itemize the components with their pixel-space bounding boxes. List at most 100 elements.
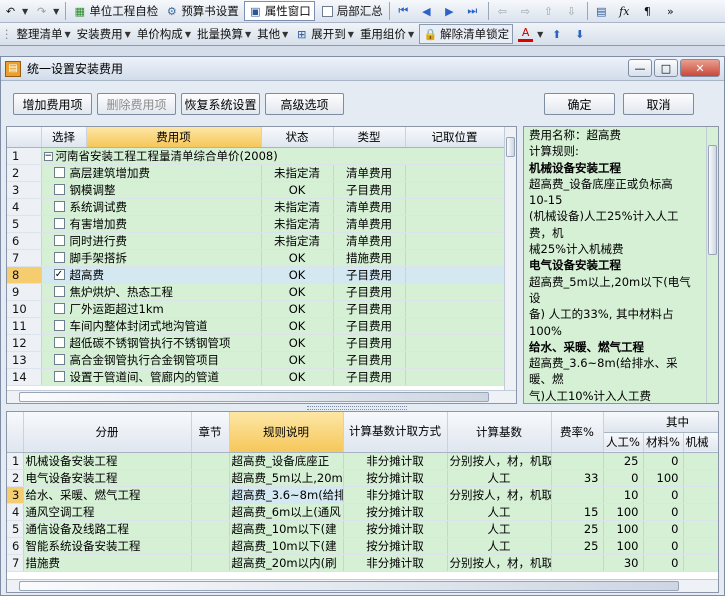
fee-name-cell[interactable]: 系统调试费 [41,198,262,216]
material-cell[interactable]: 100 [643,469,684,487]
fee-row[interactable]: 9 焦炉烘炉、热态工程 OK 子目费用 [7,283,505,301]
checkbox[interactable] [53,167,65,178]
checkbox[interactable] [53,184,65,195]
labor-cell[interactable]: 30 [603,554,644,572]
type-cell[interactable]: 清单费用 [333,198,406,216]
location-cell[interactable] [405,283,505,301]
header-location[interactable]: 记取位置 [405,127,505,148]
status-cell[interactable]: 未指定清 [261,198,334,216]
undo-button[interactable]: ↶ ▼ [0,1,31,21]
cebie-cell[interactable]: 智能系统设备安装工程 [23,537,192,555]
last-button[interactable]: ⏭ [462,1,485,21]
rate-cell[interactable] [551,554,604,572]
scroll-thumb[interactable] [19,581,679,591]
machine-cell[interactable] [683,469,718,487]
location-cell[interactable] [405,215,505,233]
fee-row[interactable]: 10 厂外运距超过1km OK 子目费用 [7,300,505,318]
method-cell[interactable]: 非分摊计取 [343,486,448,504]
checkbox[interactable] [53,320,65,331]
fee-name-cell[interactable]: 高层建筑增加费 [41,164,262,182]
checkbox[interactable] [53,303,65,314]
fee-row[interactable]: 8 ✓ 超高费 OK 子目费用 [7,266,505,284]
chapter-cell[interactable] [191,452,230,470]
fee-grid-vscrollbar[interactable] [504,127,516,391]
status-cell[interactable]: OK [261,300,334,318]
calculator-button[interactable]: ▤ [591,1,614,21]
labor-cell[interactable]: 100 [603,537,644,555]
fee-row[interactable]: 5 有害增加费 未指定清 清单费用 [7,215,505,233]
location-cell[interactable] [405,317,505,335]
status-cell[interactable]: OK [261,368,334,386]
rate-cell[interactable]: 33 [551,469,604,487]
checkbox[interactable] [53,201,65,212]
minimize-button[interactable]: — [628,59,652,77]
status-cell[interactable]: 未指定清 [261,215,334,233]
division-row[interactable]: 4 通风空调工程 超高费_6m以上(通风 按分摊计取 人工 15 100 0 [7,503,718,521]
chapter-cell[interactable] [191,537,230,555]
cebie-cell[interactable]: 通信设备及线路工程 [23,520,192,538]
machine-cell[interactable] [683,554,718,572]
header-rule[interactable]: 规则说明 [229,412,344,453]
status-cell[interactable]: 未指定清 [261,164,334,182]
base-cell[interactable]: 分别按人，材，机取费 [447,554,552,572]
cebie-cell[interactable]: 给水、采暖、燃气工程 [23,486,192,504]
location-cell[interactable] [405,351,505,369]
back-button[interactable]: ⇦ [492,1,515,21]
division-grid-hscrollbar[interactable] [7,579,718,592]
menu-unit-price[interactable]: 单价构成 ▼ [134,24,194,44]
restore-settings-button[interactable]: 恢复系统设置 [181,93,260,115]
fee-row[interactable]: 3 钢模调整 OK 子目费用 [7,181,505,199]
next-button[interactable]: ▶ [439,1,462,21]
location-cell[interactable] [405,300,505,318]
rate-cell[interactable]: 15 [551,503,604,521]
color-button[interactable]: A ▼ [515,24,546,44]
labor-cell[interactable]: 100 [603,520,644,538]
rule-cell[interactable]: 超高费_20m以内(刷 [229,554,344,572]
fee-row[interactable]: 6 同时进行费 未指定清 清单费用 [7,232,505,250]
division-row[interactable]: 6 智能系统设备安装工程 超高费_10m以下(建 按分摊计取 人工 25 100 0 [7,537,718,555]
self-check-button[interactable]: ▦ 单位工程自检 [69,1,161,21]
add-fee-button[interactable]: 增加费用项 [13,93,92,115]
location-cell[interactable] [405,181,505,199]
header-status[interactable]: 状态 [261,127,334,148]
division-row[interactable]: 2 电气设备安装工程 超高费_5m以上,20m 按分摊计取 人工 33 0 100 [7,469,718,487]
fee-name-cell[interactable]: 脚手架搭拆 [41,249,262,267]
location-cell[interactable] [405,266,505,284]
chapter-cell[interactable] [191,554,230,572]
up-button[interactable]: ⇧ [538,1,561,21]
header-fee-item[interactable]: 费用项 [86,127,262,148]
fee-name-cell[interactable]: 钢模调整 [41,181,262,199]
fee-name-cell[interactable]: 车间内整体封闭式地沟管道 [41,317,262,335]
fee-row[interactable]: 14 设置于管道间、管廊内的管道 OK 子目费用 [7,368,505,386]
header-material[interactable]: 材料% [643,432,684,453]
checkbox[interactable]: ✓ [53,269,65,280]
fee-grid-hscrollbar[interactable] [7,390,516,403]
header-method[interactable]: 计算基数计取方式 [343,412,448,453]
fee-row[interactable]: 12 超低碳不锈钢管执行不锈钢管项 OK 子目费用 [7,334,505,352]
more-button[interactable]: » [660,1,683,21]
grip-handle[interactable]: ⋮ [0,24,14,44]
type-cell[interactable]: 措施费用 [333,249,406,267]
property-window-button[interactable]: ▣ 属性窗口 [243,1,315,21]
method-cell[interactable]: 按分摊计取 [343,503,448,521]
machine-cell[interactable] [683,486,718,504]
menu-batch-convert[interactable]: 批量换算 ▼ [194,24,254,44]
fee-row[interactable]: 2 高层建筑增加费 未指定清 清单费用 [7,164,505,182]
status-cell[interactable]: OK [261,266,334,284]
rule-panel-vscrollbar[interactable] [706,127,718,403]
fee-row[interactable]: 7 脚手架搭拆 OK 措施费用 [7,249,505,267]
location-cell[interactable] [405,334,505,352]
type-cell[interactable]: 子目费用 [333,351,406,369]
down-button[interactable]: ⇩ [561,1,584,21]
machine-cell[interactable] [683,537,718,555]
chapter-cell[interactable] [191,469,230,487]
base-cell[interactable]: 分别按人，材，机取费 [447,452,552,470]
budget-settings-button[interactable]: ⚙ 预算书设置 [161,1,242,21]
header-labor[interactable]: 人工% [603,432,644,453]
menu-reuse-pricing[interactable]: 重用组价 ▼ [357,24,417,44]
fee-name-cell[interactable]: 厂外运距超过1km [41,300,262,318]
partial-summary-checkbox[interactable]: 局部汇总 [317,1,386,21]
advanced-options-button[interactable]: 高级选项 [265,93,344,115]
method-cell[interactable]: 按分摊计取 [343,469,448,487]
redo-button[interactable]: ↷ ▼ [31,1,62,21]
